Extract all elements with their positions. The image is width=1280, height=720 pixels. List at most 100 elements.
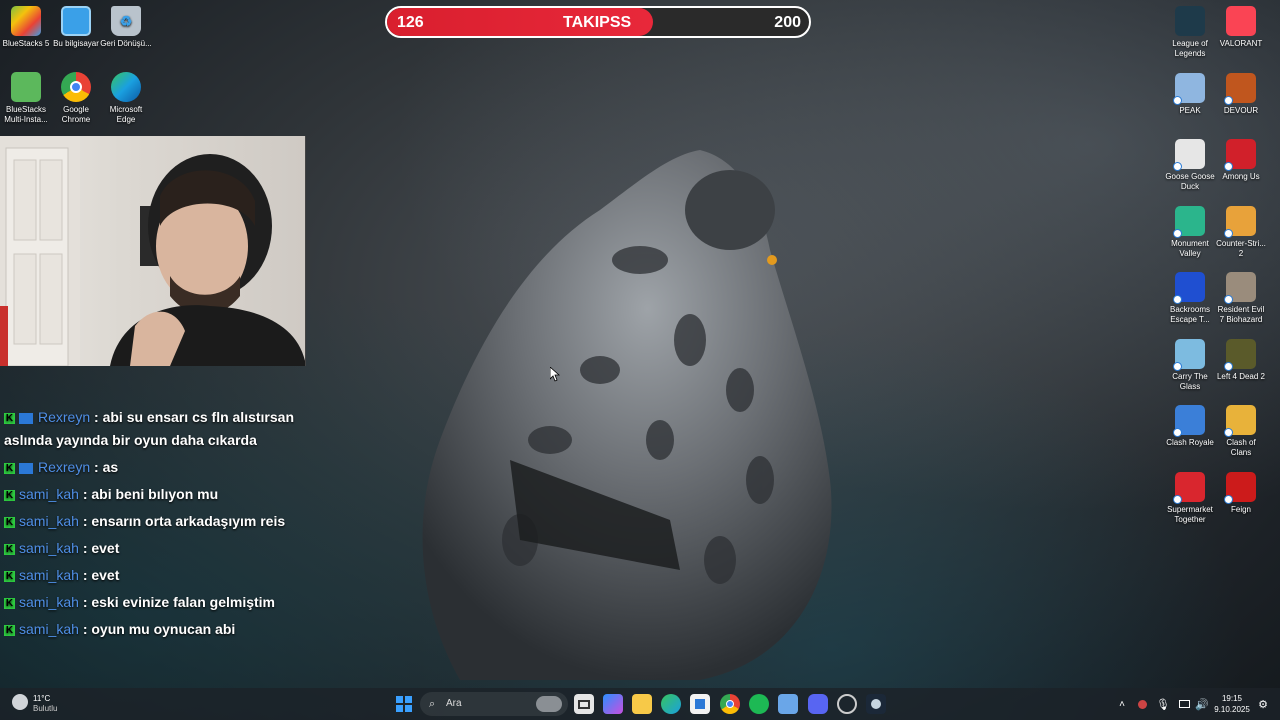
among-us-icon	[1224, 139, 1256, 171]
desktop-icon-label: Goose Goose Duck	[1165, 172, 1215, 191]
desktop-icon-valorant[interactable]: VALORANT	[1215, 6, 1267, 49]
weather-widget[interactable]: 11°C Bulutlu	[12, 692, 82, 716]
kick-icon: K	[4, 597, 15, 609]
start-button[interactable]	[394, 694, 414, 714]
notification-button[interactable]: ⚙	[1253, 694, 1273, 714]
cs2-icon	[1224, 205, 1256, 238]
desktop-icon-monument-valley[interactable]: Monument Valley	[1164, 205, 1216, 259]
edge-taskbar-button[interactable]	[661, 694, 681, 714]
weather-desc: Bulutlu	[33, 704, 58, 713]
resident-evil-icon	[1224, 272, 1256, 304]
chat-username: Rexreyn	[38, 409, 91, 425]
clash-clans-icon	[1224, 405, 1256, 437]
search-box[interactable]: ⌕ Ara	[420, 692, 568, 716]
search-icon: ⌕	[429, 698, 436, 710]
chat-message: Ksami_kah : eski evinize falan gelmiştim	[4, 591, 304, 614]
network-button[interactable]	[1174, 694, 1194, 714]
follower-goal-bar: 126 TAKIPSS 200	[385, 6, 811, 38]
desktop-icon-this-pc[interactable]: Bu bilgisayar	[50, 6, 102, 49]
chat-username: sami_kah	[19, 486, 79, 502]
app-button[interactable]	[837, 694, 857, 714]
clash-royale-icon	[1173, 405, 1205, 437]
task-view-button[interactable]	[574, 694, 594, 714]
desktop-icon-bluestacks-multi[interactable]: BlueStacks Multi-Insta...	[0, 72, 52, 125]
bluestacks-icon	[11, 6, 41, 36]
desktop-icon-label: VALORANT	[1219, 39, 1263, 48]
shortcut-badge-icon	[1224, 428, 1233, 437]
tray-app-icon	[1137, 699, 1147, 709]
store-icon	[695, 699, 705, 709]
tray-app-button[interactable]	[1132, 694, 1152, 714]
windows-icon	[396, 696, 412, 712]
desktop-icon-backrooms[interactable]: Backrooms Escape T...	[1164, 272, 1216, 325]
volume-icon: 🔊	[1195, 698, 1209, 711]
discord-button[interactable]	[808, 694, 828, 714]
chat-message: Ksami_kah : evet	[4, 564, 304, 587]
desktop-icon-supermarket[interactable]: Supermarket Together	[1164, 471, 1216, 525]
mouse-cursor-icon	[550, 367, 560, 382]
shortcut-badge-icon	[1173, 428, 1182, 437]
desktop-icon-label: Clash Royale	[1166, 438, 1214, 447]
file-explorer-button[interactable]	[632, 694, 652, 714]
desktop-icon-edge[interactable]: Microsoft Edge	[100, 72, 152, 125]
league-icon	[1175, 6, 1205, 36]
desktop-icon-label: Clash of Clans	[1226, 438, 1256, 457]
tray-overflow-button[interactable]: ˄	[1112, 694, 1132, 714]
microphone-button[interactable]: 🎙	[1153, 694, 1173, 714]
desktop-icon-recycle-bin[interactable]: ♻ Geri Dönüşü...	[100, 6, 152, 49]
task-view-icon	[578, 699, 590, 709]
desktop-icon-cs2[interactable]: Counter-Stri... 2	[1215, 205, 1267, 259]
webcam-image	[0, 136, 305, 366]
snow-leopard-wallpaper	[422, 150, 832, 680]
chat-message: K Rexreyn : abi su ensarı cs fln alıstırs…	[4, 406, 304, 452]
desktop-icon-carry-glass[interactable]: Carry The Glass	[1164, 338, 1216, 392]
chrome-icon	[61, 72, 91, 102]
chevron-up-icon: ˄	[1119, 698, 1125, 710]
clock-time: 19:15	[1221, 694, 1243, 703]
steam-icon	[871, 699, 881, 709]
vpn-button[interactable]	[778, 694, 798, 714]
desktop-icon-peak[interactable]: PEAK	[1164, 72, 1216, 116]
taskbar: 11°C Bulutlu ⌕ Ara ˄ 🎙 🔊 19:15 9.10.2025…	[0, 688, 1280, 720]
shortcut-badge-icon	[1173, 228, 1182, 238]
badge-icon	[19, 462, 33, 474]
desktop-icon-label: PEAK	[1179, 105, 1201, 115]
chat-username: sami_kah	[19, 513, 79, 529]
kick-icon: K	[4, 412, 15, 424]
desktop-icon-among-us[interactable]: Among Us	[1215, 139, 1267, 182]
steam-button[interactable]	[866, 694, 886, 714]
desktop-icon-feign[interactable]: Feign	[1215, 471, 1267, 515]
chat-text: : eski evinize falan gelmiştim	[82, 594, 275, 610]
chrome-icon	[726, 700, 734, 708]
chat-text: : evet	[82, 540, 120, 556]
chrome-taskbar-button[interactable]	[720, 694, 740, 714]
shortcut-badge-icon	[1224, 95, 1233, 105]
desktop-icon-bluestacks[interactable]: BlueStacks 5	[0, 6, 52, 49]
desktop-icon-label: Resident Evil 7 Biohazard	[1217, 305, 1265, 324]
desktop-icon-devour[interactable]: DEVOUR	[1215, 72, 1267, 116]
chat-message: Ksami_kah : evet	[4, 537, 304, 560]
microphone-icon: 🎙	[1156, 698, 1170, 711]
desktop-icon-left4dead[interactable]: Left 4 Dead 2	[1215, 338, 1267, 382]
store-button[interactable]	[690, 694, 710, 714]
desktop-icon-league[interactable]: League of Legends	[1164, 6, 1216, 59]
clock[interactable]: 19:15 9.10.2025	[1208, 692, 1256, 716]
spotify-button[interactable]	[749, 694, 769, 714]
desktop-icon-resident-evil[interactable]: Resident Evil 7 Biohazard	[1215, 272, 1267, 325]
recycle-bin-icon: ♻	[111, 6, 141, 36]
kick-icon: K	[4, 489, 15, 501]
carry-glass-icon	[1173, 338, 1205, 371]
desktop-icon-label: League of Legends	[1172, 39, 1208, 58]
desktop-icon-clash-royale[interactable]: Clash Royale	[1164, 405, 1216, 448]
kick-icon: K	[4, 462, 15, 474]
desktop-icon-clash-clans[interactable]: Clash of Clans	[1215, 405, 1267, 458]
monument-valley-icon	[1173, 205, 1205, 238]
desktop-icon-chrome[interactable]: Google Chrome	[50, 72, 102, 125]
desktop-icon-label: Among Us	[1222, 172, 1260, 181]
shortcut-badge-icon	[1173, 95, 1182, 105]
copilot-button[interactable]	[603, 694, 623, 714]
peak-icon	[1173, 72, 1205, 105]
kick-icon: K	[4, 624, 15, 636]
follower-label: TAKIPSS	[563, 14, 632, 31]
desktop-icon-goose[interactable]: Goose Goose Duck	[1164, 139, 1216, 192]
